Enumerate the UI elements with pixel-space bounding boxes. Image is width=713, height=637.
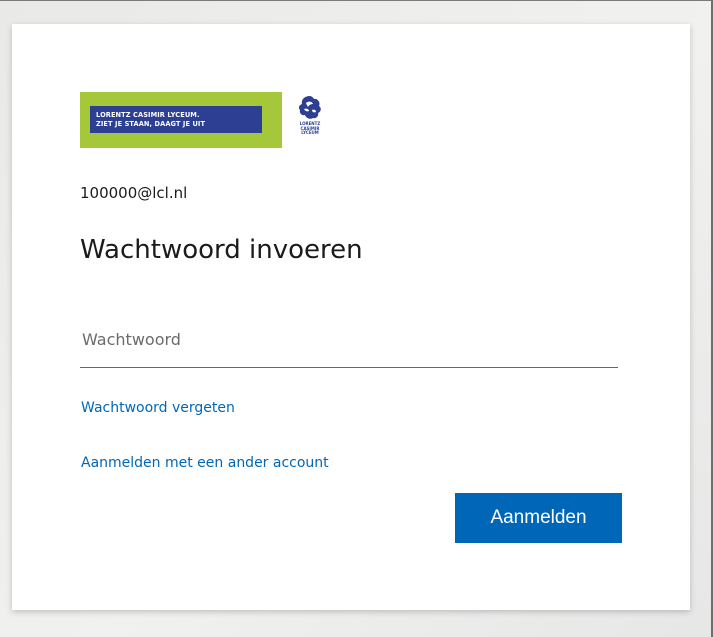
account-email: 100000@lcl.nl — [80, 184, 188, 202]
password-input[interactable] — [80, 320, 618, 368]
lion-crest-icon — [298, 96, 321, 119]
logo-emblem: LORENTZ CASIMIR LYCEUM — [288, 92, 332, 148]
sign-in-button[interactable]: Aanmelden — [455, 493, 622, 543]
login-card: LORENTZ CASIMIR LYCEUM. ZIET JE STAAN, D… — [12, 24, 690, 610]
other-account-link[interactable]: Aanmelden met een ander account — [81, 455, 329, 471]
forgot-password-link[interactable]: Wachtwoord vergeten — [81, 400, 235, 416]
emblem-line: LYCEUM — [301, 130, 319, 136]
logo-banner-line1: LORENTZ CASIMIR LYCEUM. — [96, 111, 200, 119]
school-logo: LORENTZ CASIMIR LYCEUM. ZIET JE STAAN, D… — [80, 92, 332, 148]
logo-emblem-text: LORENTZ CASIMIR LYCEUM — [292, 121, 328, 136]
page-title: Wachtwoord invoeren — [80, 235, 363, 265]
logo-banner-text: LORENTZ CASIMIR LYCEUM. ZIET JE STAAN, D… — [90, 106, 262, 133]
logo-banner: LORENTZ CASIMIR LYCEUM. ZIET JE STAAN, D… — [80, 92, 282, 148]
window-top-border — [0, 0, 713, 1]
logo-banner-line2: ZIET JE STAAN, DAAGT JE UIT — [96, 119, 206, 128]
